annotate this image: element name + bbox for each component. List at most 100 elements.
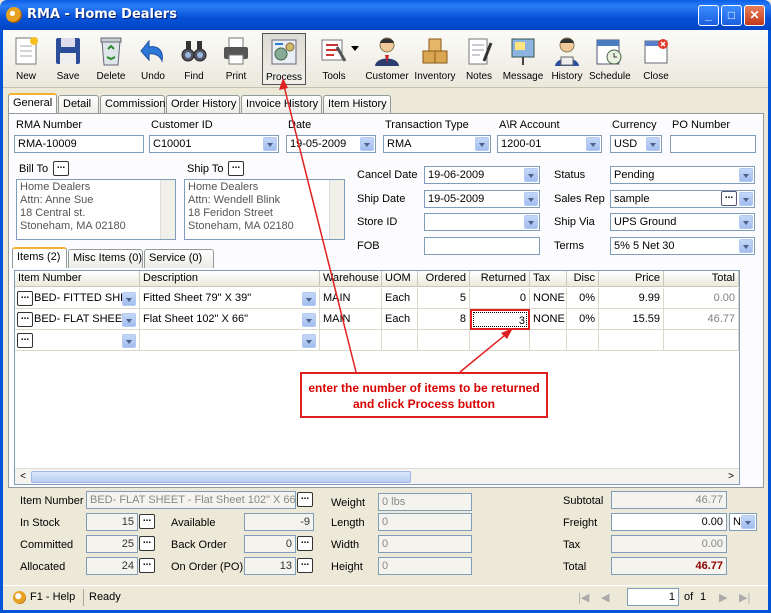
minimize-button[interactable]: _	[698, 5, 719, 26]
cell-returned[interactable]: 0	[470, 288, 530, 309]
customer-id-select[interactable]: C10001	[149, 135, 279, 153]
next-page-icon[interactable]: ▶	[719, 591, 727, 604]
close-window-button[interactable]: ✕	[744, 5, 765, 26]
chevron-down-icon[interactable]	[739, 168, 753, 182]
save-button[interactable]: Save	[51, 33, 85, 85]
scroll-left-icon[interactable]: <	[17, 471, 29, 483]
in-stock-lookup-button[interactable]: ...	[139, 514, 155, 529]
cell-description[interactable]: Fitted Sheet 79" X 39"	[140, 288, 320, 309]
scroll-thumb[interactable]	[31, 471, 411, 483]
table-row[interactable]: BED- FITTED SHEE ... Fitted Sheet 79" X …	[15, 288, 739, 309]
find-button[interactable]: Find	[177, 33, 211, 85]
chevron-down-icon[interactable]	[524, 168, 538, 182]
chevron-down-icon[interactable]	[741, 515, 755, 529]
col-uom[interactable]: UOM	[382, 271, 418, 287]
col-ordered[interactable]: Ordered	[418, 271, 470, 287]
item-detail-lookup-button[interactable]: ...	[297, 492, 313, 507]
cell-warehouse[interactable]: MAIN	[320, 309, 382, 330]
cell-description[interactable]: Flat Sheet 102" X 66"	[140, 309, 320, 330]
chevron-down-icon[interactable]	[360, 137, 374, 151]
prev-page-icon[interactable]: ◀	[601, 591, 609, 604]
fob-field[interactable]	[424, 237, 540, 255]
po-number-field[interactable]	[670, 135, 756, 153]
cell-price[interactable]: 15.59	[599, 309, 664, 330]
col-warehouse[interactable]: Warehouse	[320, 271, 382, 287]
chevron-down-icon[interactable]	[122, 334, 136, 348]
undo-button[interactable]: Undo	[136, 33, 170, 85]
inventory-button[interactable]: Inventory	[413, 33, 457, 85]
history-button[interactable]: History	[548, 33, 586, 85]
freight-code-select[interactable]: N	[729, 513, 757, 531]
message-button[interactable]: Message	[501, 33, 545, 85]
cell-returned-editing[interactable]: 3	[470, 309, 530, 330]
chevron-down-icon[interactable]	[302, 292, 316, 306]
chevron-down-icon[interactable]	[302, 334, 316, 348]
item-lookup-button[interactable]: ...	[17, 312, 33, 327]
tab-invoice-history[interactable]: Invoice History	[241, 95, 322, 114]
tab-items[interactable]: Items (2)	[12, 247, 67, 268]
tab-service[interactable]: Service (0)	[144, 249, 214, 268]
status-select[interactable]: Pending	[610, 166, 755, 184]
table-row[interactable]: BED- FLAT SHEET ... Flat Sheet 102" X 66…	[15, 309, 739, 330]
tools-button[interactable]: Tools	[312, 33, 356, 85]
chevron-down-icon[interactable]	[586, 137, 600, 151]
customer-button[interactable]: Customer	[365, 33, 409, 85]
ar-account-select[interactable]: 1200-01	[497, 135, 602, 153]
tab-order-history[interactable]: Order History	[166, 95, 240, 114]
ship-via-select[interactable]: UPS Ground	[610, 213, 755, 231]
scroll-right-icon[interactable]: >	[725, 471, 737, 483]
allocated-lookup-button[interactable]: ...	[139, 558, 155, 573]
chevron-down-icon[interactable]	[122, 292, 136, 306]
last-page-icon[interactable]: ▶|	[739, 591, 750, 604]
chevron-down-icon[interactable]	[739, 239, 753, 253]
scrollbar[interactable]	[329, 180, 344, 239]
col-price[interactable]: Price	[599, 271, 664, 287]
chevron-down-icon[interactable]	[475, 137, 489, 151]
ship-to-lookup-button[interactable]: ...	[228, 161, 244, 176]
col-disc[interactable]: Disc	[567, 271, 599, 287]
bill-to-address[interactable]: Home Dealers Attn: Anne Sue 18 Central st.…	[16, 179, 176, 240]
chevron-down-icon[interactable]	[302, 313, 316, 327]
schedule-button[interactable]: Schedule	[589, 33, 631, 85]
scrollbar[interactable]	[160, 180, 175, 239]
sales-rep-lookup-button[interactable]: ...	[721, 191, 737, 206]
cell-tax[interactable]: NONE	[530, 288, 567, 309]
ship-to-address[interactable]: Home Dealers Attn: Wendell Blink 18 Ferido…	[184, 179, 345, 240]
back-order-lookup-button[interactable]: ...	[297, 536, 313, 551]
cell-uom[interactable]: Each	[382, 309, 418, 330]
horizontal-scrollbar[interactable]: < >	[15, 468, 739, 484]
first-page-icon[interactable]: |◀	[578, 591, 589, 604]
chevron-down-icon[interactable]	[524, 215, 538, 229]
col-description[interactable]: Description	[140, 271, 320, 287]
cell-ordered[interactable]: 5	[418, 288, 470, 309]
currency-select[interactable]: USD	[610, 135, 662, 153]
chevron-down-icon[interactable]	[646, 137, 660, 151]
chevron-down-icon[interactable]	[739, 192, 753, 206]
store-id-select[interactable]	[424, 213, 540, 231]
rma-number-field[interactable]: RMA-10009	[14, 135, 144, 153]
close-button[interactable]: Close	[639, 33, 673, 85]
date-field[interactable]: 19-05-2009	[286, 135, 376, 153]
col-tax[interactable]: Tax	[530, 271, 567, 287]
ship-date-field[interactable]: 19-05-2009	[424, 190, 540, 208]
item-lookup-button[interactable]: ...	[17, 333, 33, 348]
new-button[interactable]: New	[9, 33, 43, 85]
chevron-down-icon[interactable]	[122, 313, 136, 327]
chevron-down-icon[interactable]	[739, 215, 753, 229]
process-button[interactable]: Process	[262, 33, 306, 85]
freight-field[interactable]: 0.00	[611, 513, 727, 531]
col-total[interactable]: Total	[664, 271, 739, 287]
col-item-number[interactable]: Item Number	[15, 271, 140, 287]
tools-dropdown-arrow[interactable]	[351, 46, 359, 51]
cell-price[interactable]: 9.99	[599, 288, 664, 309]
on-order-lookup-button[interactable]: ...	[297, 558, 313, 573]
col-returned[interactable]: Returned	[470, 271, 530, 287]
tab-detail[interactable]: Detail	[58, 95, 99, 114]
notes-button[interactable]: Notes	[462, 33, 496, 85]
cell-ordered[interactable]: 8	[418, 309, 470, 330]
cell-tax[interactable]: NONE	[530, 309, 567, 330]
item-lookup-button[interactable]: ...	[17, 291, 33, 306]
chevron-down-icon[interactable]	[263, 137, 277, 151]
cancel-date-field[interactable]: 19-06-2009	[424, 166, 540, 184]
tab-general[interactable]: General	[8, 93, 57, 114]
